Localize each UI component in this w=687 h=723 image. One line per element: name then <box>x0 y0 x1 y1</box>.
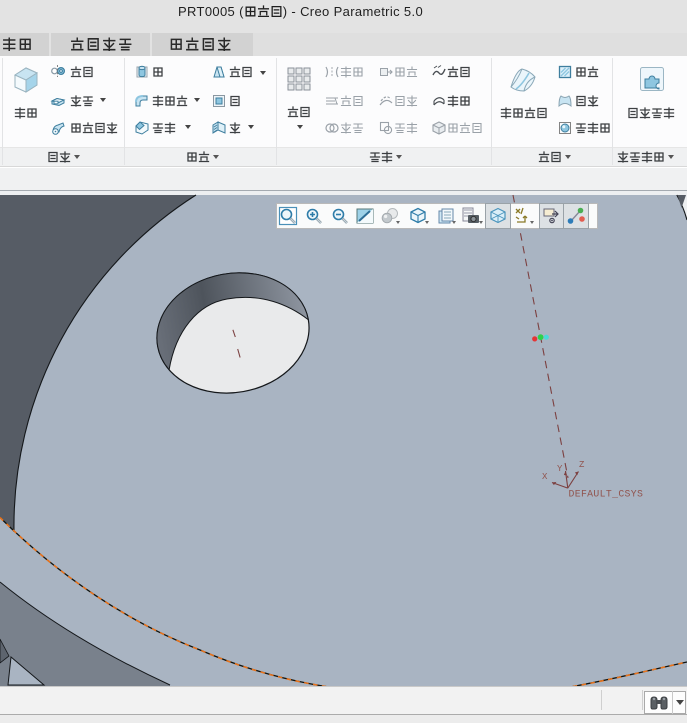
svg-text:Y: Y <box>557 464 563 474</box>
svg-text:DEFAULT_CSYS: DEFAULT_CSYS <box>569 489 644 500</box>
svg-text:Z: Z <box>579 460 585 470</box>
svg-text:X: X <box>542 472 548 482</box>
